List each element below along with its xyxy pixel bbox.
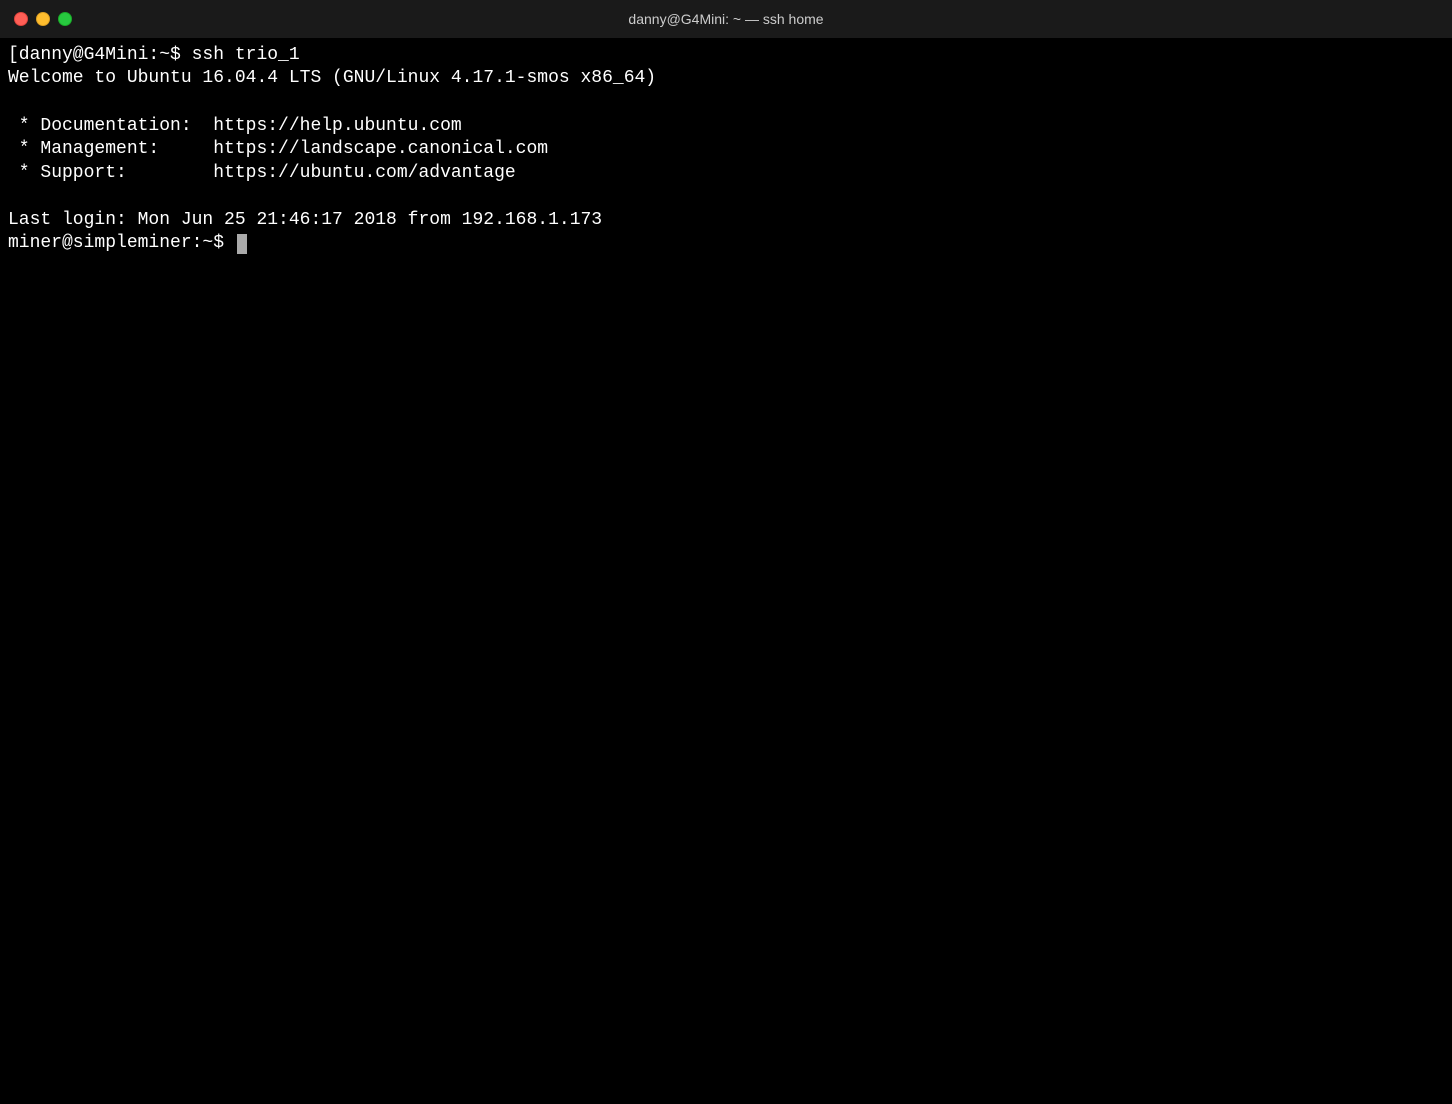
window-title: danny@G4Mini: ~ — ssh home <box>628 11 823 27</box>
terminal-prompt: miner@simpleminer:~$ <box>8 232 235 255</box>
traffic-lights <box>14 12 72 26</box>
terminal-line-5: * Support: https://ubuntu.com/advantage <box>8 162 1444 185</box>
title-bar: danny@G4Mini: ~ — ssh home <box>0 0 1452 38</box>
terminal-line-2: Welcome to Ubuntu 16.04.4 LTS (GNU/Linux… <box>8 67 1444 90</box>
terminal-line-1: [danny@G4Mini:~$ ssh trio_1 <box>8 44 1444 67</box>
terminal-body[interactable]: [danny@G4Mini:~$ ssh trio_1 Welcome to U… <box>0 38 1452 1104</box>
terminal-line-4: * Management: https://landscape.canonica… <box>8 138 1444 161</box>
terminal-window: danny@G4Mini: ~ — ssh home [danny@G4Mini… <box>0 0 1452 1104</box>
terminal-cursor <box>237 234 247 254</box>
empty-line-2 <box>8 185 1444 209</box>
terminal-line-6: Last login: Mon Jun 25 21:46:17 2018 fro… <box>8 209 1444 232</box>
terminal-prompt-line[interactable]: miner@simpleminer:~$ <box>8 232 1444 255</box>
terminal-line-3: * Documentation: https://help.ubuntu.com <box>8 115 1444 138</box>
maximize-button[interactable] <box>58 12 72 26</box>
minimize-button[interactable] <box>36 12 50 26</box>
close-button[interactable] <box>14 12 28 26</box>
empty-line-1 <box>8 91 1444 115</box>
